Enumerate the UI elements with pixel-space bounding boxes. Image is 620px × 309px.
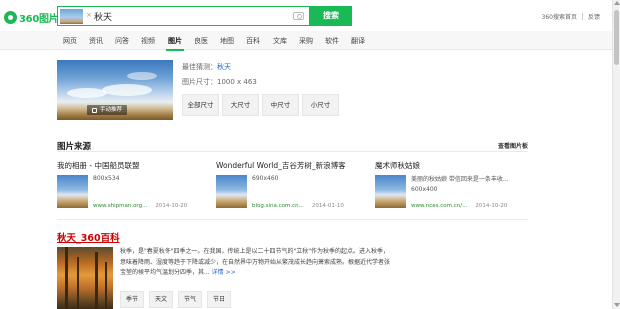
home-link[interactable]: 360搜索首页 xyxy=(542,12,577,21)
cloud-shape xyxy=(127,72,157,80)
source-date: 2014-10-20 xyxy=(475,203,508,209)
source-description: 美丽的秋姑娘 带信回来是一条丰收... xyxy=(411,176,509,183)
source-url-text[interactable]: www.nces.com.cn/... xyxy=(411,203,467,209)
baike-title-link[interactable]: 秋天_360百科 xyxy=(57,230,120,244)
tab-qa[interactable]: 问答 xyxy=(115,36,129,46)
logo[interactable]: 360图片 xyxy=(4,10,59,25)
tag-astronomy[interactable]: 天文 xyxy=(149,291,173,308)
source-date: 2014-10-20 xyxy=(155,203,188,209)
search-button[interactable]: 搜索 xyxy=(310,6,352,26)
tab-baike[interactable]: 百科 xyxy=(246,36,260,46)
medium-size-button[interactable]: 中尺寸 xyxy=(262,94,299,116)
tab-software[interactable]: 软件 xyxy=(325,36,339,46)
source-card: Wonderful World_吉谷芳树_新浪博客 690x460 blog.s… xyxy=(216,160,376,215)
size-filter-group: 全部尺寸 大尺寸 中尺寸 小尺寸 xyxy=(182,94,342,116)
source-thumbnail[interactable] xyxy=(57,175,88,208)
page-scrollbar[interactable] xyxy=(612,0,620,309)
remove-image-icon[interactable]: × xyxy=(86,11,92,19)
source-dimensions: 690x460 xyxy=(252,175,279,182)
recommend-icon xyxy=(92,107,97,113)
baike-image[interactable] xyxy=(57,247,113,309)
tree-trunk xyxy=(95,252,98,309)
view-image-board-link[interactable]: 查看图片板 xyxy=(498,141,528,150)
scroll-down-arrow-icon[interactable] xyxy=(614,303,620,307)
best-guess-label: 最佳猜测： xyxy=(182,63,217,71)
tab-news[interactable]: 资讯 xyxy=(89,36,103,46)
baike-tags: 季节 天文 节气 节日 xyxy=(120,291,236,308)
query-image[interactable]: 手动推荐 xyxy=(57,60,173,120)
source-card: 我的相册 - 中国船员联盟 800x534 www.shipman.org...… xyxy=(57,160,207,215)
feedback-link[interactable]: 反馈 xyxy=(588,12,600,21)
tree-trunk xyxy=(65,247,68,309)
tab-images[interactable]: 图片 xyxy=(166,36,184,51)
tab-health[interactable]: 良医 xyxy=(194,36,208,46)
best-guess: 最佳猜测：秋天 xyxy=(182,62,231,72)
source-title[interactable]: 我的相册 - 中国船员联盟 xyxy=(57,160,139,171)
image-size: 图片尺寸：1000 x 463 xyxy=(182,78,257,86)
source-url[interactable]: www.shipman.org... 2014-10-20 xyxy=(93,203,187,209)
tag-solar-term[interactable]: 节气 xyxy=(178,291,202,308)
logo-text: 360图片 xyxy=(19,14,59,25)
source-dimensions: 800x534 xyxy=(93,175,120,182)
tab-library[interactable]: 文库 xyxy=(273,36,287,46)
large-size-button[interactable]: 大尺寸 xyxy=(222,94,259,116)
logo-icon xyxy=(4,11,17,24)
divider xyxy=(57,151,528,152)
source-date: 2014-01-10 xyxy=(311,203,344,209)
tag-season[interactable]: 季节 xyxy=(120,291,144,308)
all-sizes-button[interactable]: 全部尺寸 xyxy=(182,94,219,116)
tag-festival[interactable]: 节日 xyxy=(207,291,231,308)
link-separator xyxy=(581,13,583,20)
baike-summary-text: 秋季，是"春夏秋冬"四季之一。在我国，传统上是以二十四节气的"立秋"作为秋季的起… xyxy=(120,248,391,276)
source-card: 魔术师秋姑娘 美丽的秋姑娘 带信回来是一条丰收... 600x400 www.n… xyxy=(375,160,525,215)
recommend-label: 手动推荐 xyxy=(100,107,123,113)
divider xyxy=(57,219,528,220)
top-links: 360搜索首页 反馈 xyxy=(542,12,600,21)
source-thumbnail[interactable] xyxy=(375,175,406,208)
source-title[interactable]: 魔术师秋姑娘 xyxy=(375,160,420,171)
source-url[interactable]: www.nces.com.cn/... 2014-10-20 xyxy=(411,203,507,209)
scroll-up-arrow-icon[interactable] xyxy=(614,1,620,5)
tree-trunk xyxy=(105,262,107,309)
tab-shopping[interactable]: 采购 xyxy=(299,36,313,46)
category-nav: 网页 资讯 问答 视频 图片 良医 地图 百科 文库 采购 软件 翻译 xyxy=(0,31,612,51)
query-image-thumbnail[interactable] xyxy=(60,9,83,24)
tab-web[interactable]: 网页 xyxy=(63,36,77,46)
cloud-shape xyxy=(102,84,152,96)
source-thumbnail[interactable] xyxy=(216,175,247,208)
best-guess-link[interactable]: 秋天 xyxy=(217,63,231,71)
search-query-text[interactable]: 秋天 xyxy=(94,10,112,23)
tree-trunk xyxy=(77,257,79,309)
source-url-text[interactable]: www.shipman.org... xyxy=(93,203,147,209)
source-url[interactable]: blog.sina.com.cn... 2014-01-10 xyxy=(252,203,344,209)
small-size-button[interactable]: 小尺寸 xyxy=(302,94,339,116)
source-dimensions: 600x400 xyxy=(411,186,438,193)
recommend-badge[interactable]: 手动推荐 xyxy=(87,105,128,115)
scroll-thumb[interactable] xyxy=(614,10,619,65)
tab-map[interactable]: 地图 xyxy=(220,36,234,46)
source-title[interactable]: Wonderful World_吉谷芳树_新浪博客 xyxy=(216,160,346,171)
search-input[interactable]: × 秋天 xyxy=(57,6,310,26)
tab-video[interactable]: 视频 xyxy=(141,36,155,46)
source-url-text[interactable]: blog.sina.com.cn... xyxy=(252,203,304,209)
header: 360图片 × 秋天 搜索 360搜索首页 反馈 xyxy=(0,0,612,31)
cloud-shape xyxy=(67,88,107,98)
baike-summary: 秋季，是"春夏秋冬"四季之一。在我国，传统上是以二十四节气的"立秋"作为秋季的起… xyxy=(120,247,392,279)
baike-more-link[interactable]: 详情 >> xyxy=(212,269,236,276)
camera-icon[interactable] xyxy=(293,12,304,20)
tab-translate[interactable]: 翻译 xyxy=(351,36,365,46)
